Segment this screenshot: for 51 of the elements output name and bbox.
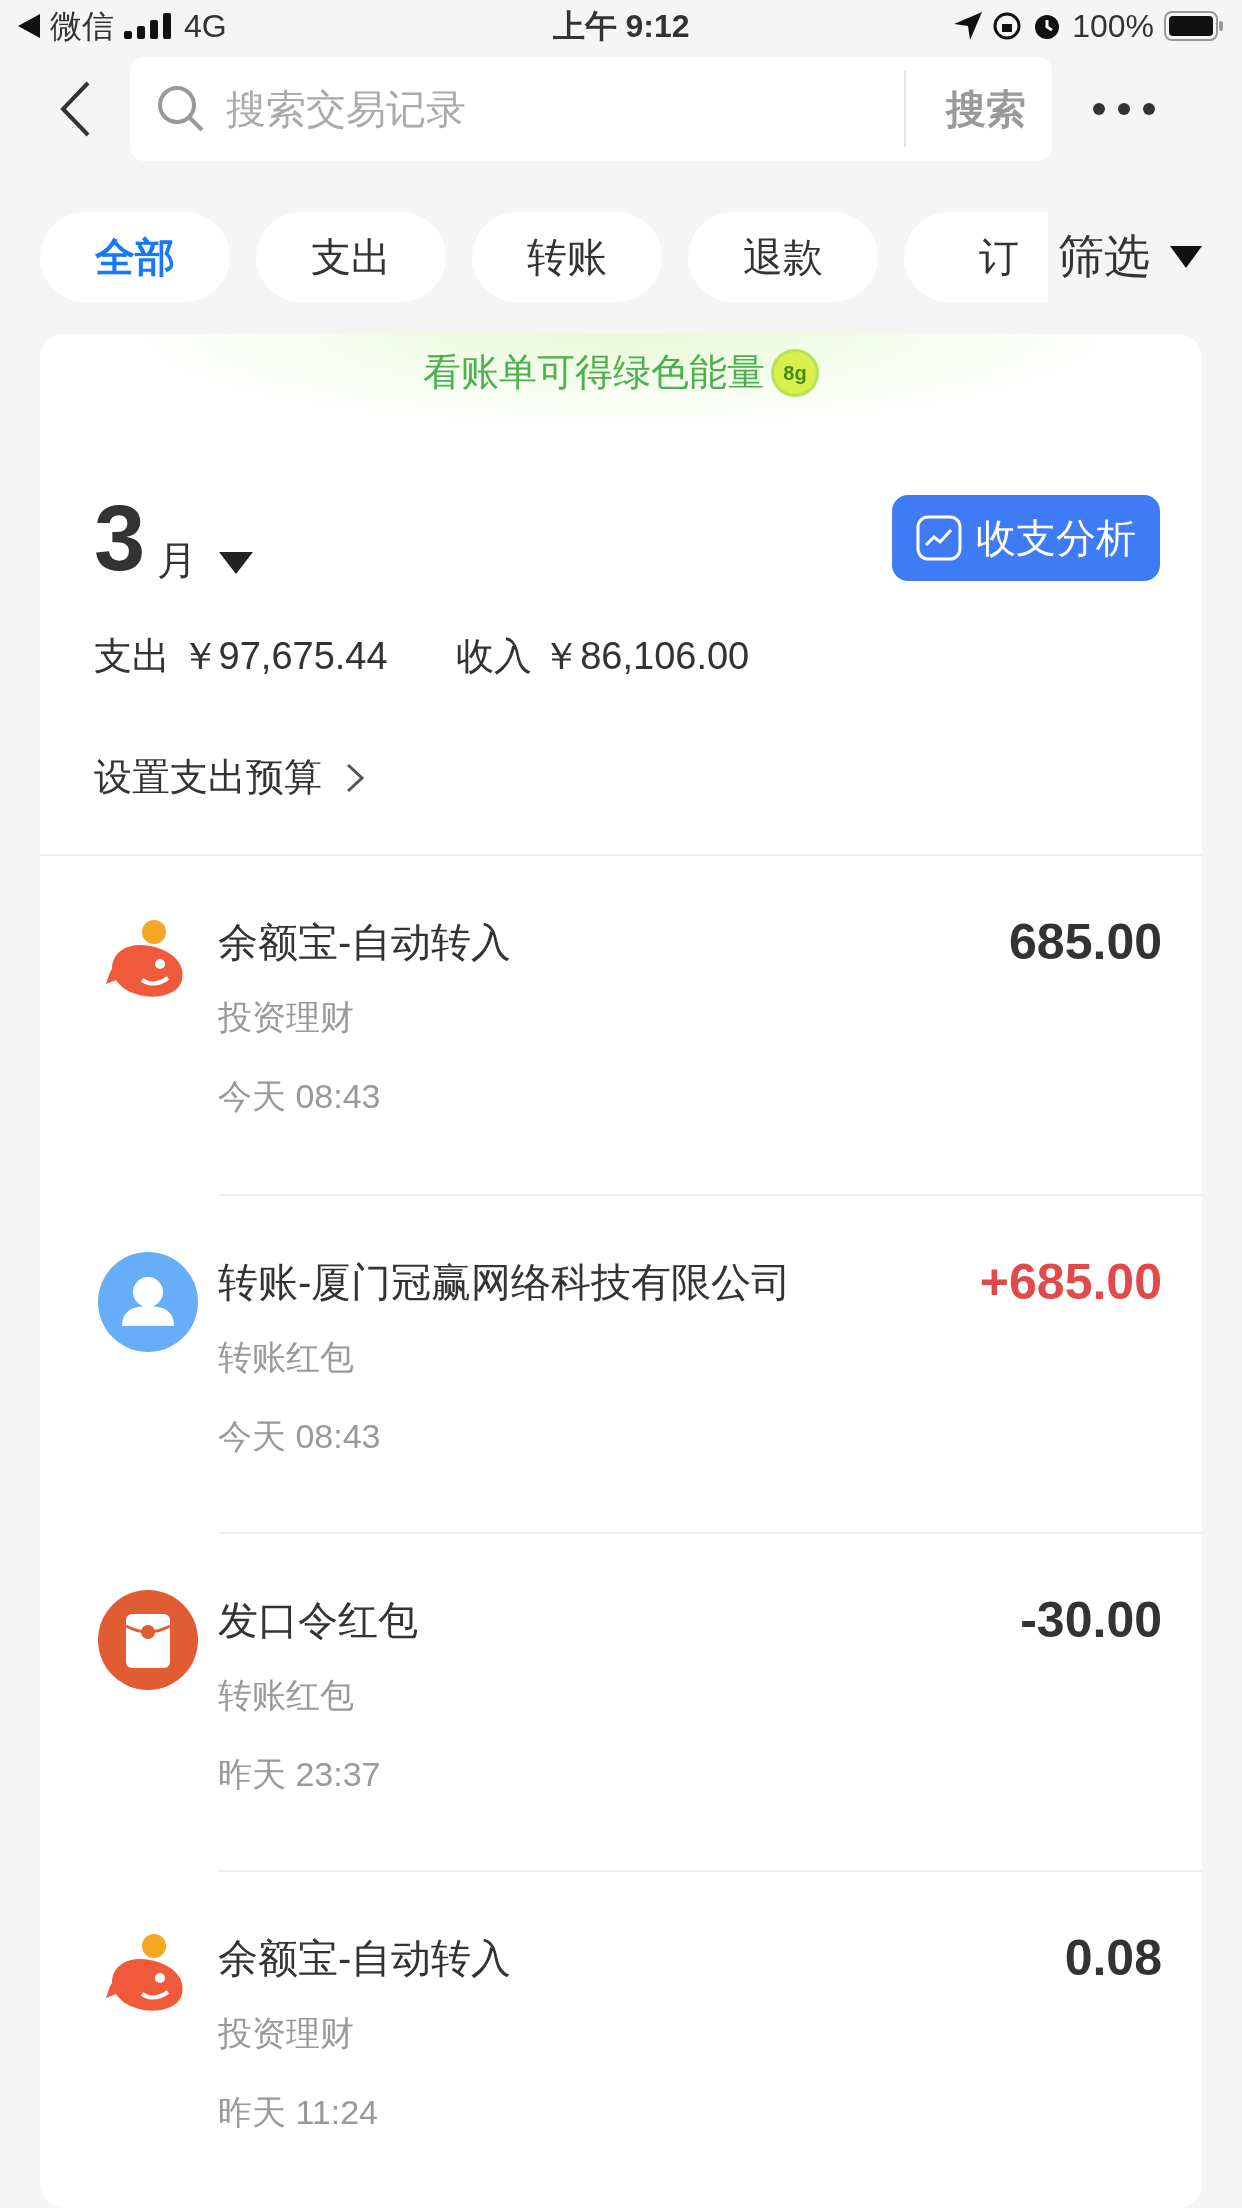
energy-badge: 8g bbox=[771, 348, 819, 397]
signal-icon bbox=[124, 13, 174, 40]
transaction-title: 转账-厦门冠赢网络科技有限公司 bbox=[218, 1259, 793, 1306]
transaction-amount: 685.00 bbox=[1009, 914, 1162, 972]
envelope-icon bbox=[98, 1590, 198, 1690]
dropdown-triangle-icon bbox=[1170, 245, 1202, 268]
transaction-amount: -30.00 bbox=[1020, 1592, 1162, 1650]
transaction-item[interactable]: 发口令红包 转账红包 昨天 23:37 -30.00 bbox=[40, 1532, 1202, 1870]
chart-icon bbox=[916, 515, 962, 561]
transaction-title: 余额宝-自动转入 bbox=[218, 919, 513, 966]
more-icon[interactable] bbox=[1092, 101, 1156, 116]
filter-tab[interactable]: 全部 bbox=[40, 211, 230, 302]
transaction-time: 今天 08:43 bbox=[218, 1416, 382, 1457]
clock-time: 上午 9:12 bbox=[552, 7, 690, 47]
expense-total: 支出 ￥97,675.44 bbox=[94, 634, 388, 679]
battery-icon bbox=[1164, 11, 1224, 42]
transaction-item[interactable]: 转账-厦门冠赢网络科技有限公司 转账红包 今天 08:43 +685.00 bbox=[40, 1194, 1202, 1532]
filter-tab[interactable]: 转账 bbox=[472, 211, 662, 302]
transaction-category: 投资理财 bbox=[218, 2013, 355, 2054]
battery-percent: 100% bbox=[1072, 7, 1154, 47]
transaction-time: 昨天 11:24 bbox=[218, 2092, 379, 2133]
dropdown-triangle-icon bbox=[219, 552, 254, 574]
budget-link[interactable]: 设置支出预算 bbox=[94, 749, 364, 806]
search-icon bbox=[156, 83, 206, 134]
rotation-lock-icon bbox=[992, 11, 1023, 42]
transaction-title: 余额宝-自动转入 bbox=[218, 1935, 513, 1982]
user-avatar-icon bbox=[98, 1252, 198, 1352]
month-selector[interactable]: 3 月 bbox=[94, 492, 254, 584]
transaction-category: 投资理财 bbox=[218, 997, 355, 1038]
location-arrow-icon bbox=[954, 12, 983, 41]
transaction-amount: +685.00 bbox=[979, 1254, 1162, 1312]
back-app-label[interactable]: 微信 bbox=[50, 2, 114, 51]
transaction-title: 发口令红包 bbox=[218, 1597, 419, 1644]
banner-text: 看账单可得绿色能量 bbox=[423, 350, 765, 395]
analysis-button[interactable]: 收支分析 bbox=[892, 495, 1160, 581]
transaction-amount: 0.08 bbox=[1064, 1930, 1162, 1988]
transaction-category: 转账红包 bbox=[218, 1675, 355, 1716]
filter-tab[interactable]: 订 bbox=[904, 211, 1048, 302]
back-chevron-icon[interactable] bbox=[60, 80, 90, 137]
filter-tab[interactable]: 退款 bbox=[688, 211, 878, 302]
transaction-time: 今天 08:43 bbox=[218, 1076, 382, 1117]
network-label: 4G bbox=[184, 7, 227, 47]
transaction-category: 转账红包 bbox=[218, 1337, 355, 1378]
filter-tab[interactable]: 支出 bbox=[256, 211, 446, 302]
filter-dropdown[interactable]: 筛选 bbox=[1048, 222, 1202, 292]
transaction-item[interactable]: 余额宝-自动转入 投资理财 今天 08:43 685.00 bbox=[40, 856, 1202, 1194]
chevron-right-icon bbox=[346, 762, 364, 793]
income-total: 收入 ￥86,106.00 bbox=[455, 634, 750, 679]
transaction-time: 昨天 23:37 bbox=[218, 1754, 382, 1795]
back-arrow-icon[interactable] bbox=[18, 14, 40, 39]
transaction-item[interactable]: 余额宝-自动转入 投资理财 昨天 11:24 0.08 bbox=[40, 1870, 1202, 2208]
